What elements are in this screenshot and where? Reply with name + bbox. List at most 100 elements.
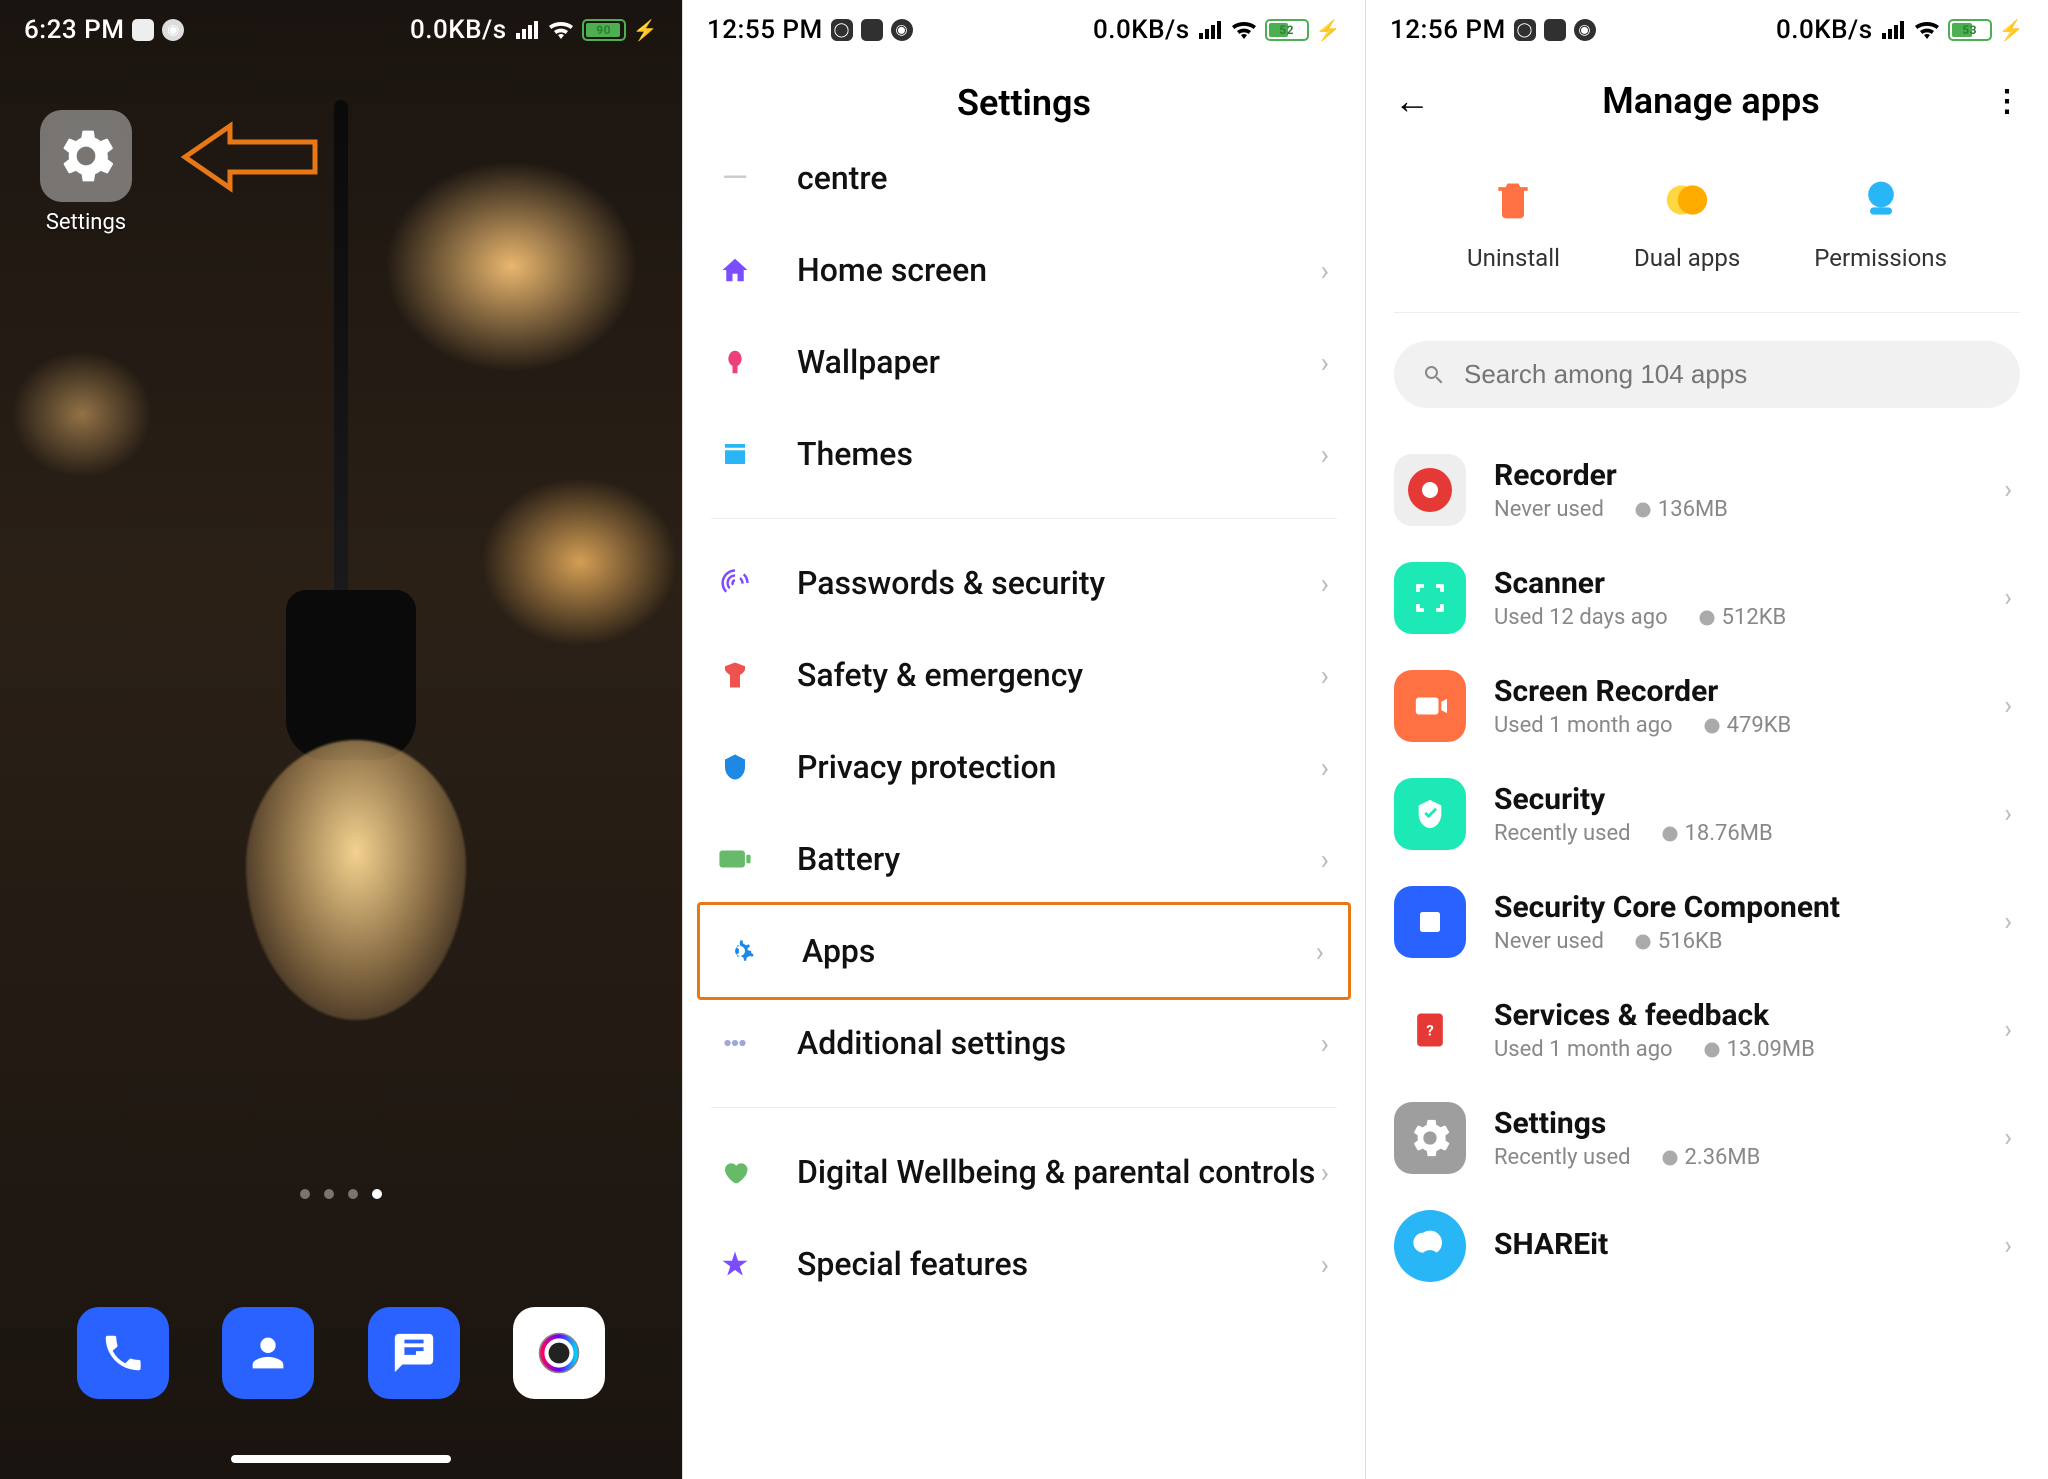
settings-row-home[interactable]: Home screen› — [683, 224, 1365, 316]
status-bar: 12:55 PM ◯ ◉ 0.0KB/s 52 ⚡ — [683, 0, 1365, 60]
app-row[interactable]: Settings Recently used 2.36MB › — [1366, 1084, 2048, 1192]
contacts-app-icon[interactable] — [222, 1307, 314, 1399]
app-icon: ? — [1394, 994, 1466, 1066]
settings-row-wellbeing[interactable]: Digital Wellbeing & parental controls› — [683, 1126, 1365, 1218]
gear-icon — [40, 110, 132, 202]
app-row[interactable]: SHAREit› — [1366, 1192, 2048, 1300]
notification-icon: — — [711, 154, 759, 202]
search-box[interactable] — [1394, 341, 2020, 408]
settings-row-privacy[interactable]: Privacy protection› — [683, 721, 1365, 813]
settings-row-special[interactable]: Special features› — [683, 1218, 1365, 1310]
setting-label: Safety & emergency — [797, 656, 1321, 694]
search-input[interactable] — [1464, 359, 1992, 390]
page-dot-active[interactable] — [372, 1189, 382, 1199]
trash-icon — [1485, 172, 1541, 228]
signal-icon — [514, 19, 540, 41]
phone-settings-screen: 12:55 PM ◯ ◉ 0.0KB/s 52 ⚡ Settings — cen… — [682, 0, 1365, 1479]
app-icon — [1394, 670, 1466, 742]
settings-row-themes[interactable]: Themes› — [683, 408, 1365, 500]
wallpaper-bulb — [246, 740, 466, 1020]
app-name: Security — [1494, 782, 2004, 817]
chevron-right-icon: › — [1316, 935, 1324, 968]
app-row[interactable]: ScannerUsed 12 days ago512KB› — [1366, 544, 2048, 652]
app-size: 18.76MB — [1661, 821, 1773, 846]
status-notification-icon — [1544, 19, 1566, 41]
back-button[interactable]: ← — [1394, 80, 1430, 122]
apps-icon — [716, 927, 764, 975]
settings-row-battery[interactable]: Battery› — [683, 813, 1365, 905]
chevron-right-icon: › — [2004, 1231, 2012, 1261]
dual-icon — [1659, 172, 1715, 228]
app-meta: Used 1 month ago13.09MB — [1494, 1037, 2004, 1062]
status-data-rate: 0.0KB/s — [410, 15, 507, 45]
status-sync-icon: ◉ — [891, 19, 913, 41]
chevron-right-icon: › — [1321, 751, 1329, 784]
chevron-right-icon: › — [2004, 691, 2012, 721]
page-dot[interactable] — [348, 1189, 358, 1199]
settings-app-shortcut[interactable]: Settings — [40, 110, 132, 235]
app-name: Settings — [1494, 1106, 2004, 1141]
page-dot[interactable] — [324, 1189, 334, 1199]
charging-icon: ⚡ — [633, 18, 658, 42]
app-row[interactable]: ? Services & feedback Used 1 month ago13.0… — [1366, 976, 2048, 1084]
app-row[interactable]: RecorderNever used136MB› — [1366, 436, 2048, 544]
permissions-icon — [1853, 172, 1909, 228]
dual-apps-action[interactable]: Dual apps — [1634, 172, 1740, 272]
wallpaper-icon — [711, 338, 759, 386]
app-meta: Never used136MB — [1494, 497, 2004, 522]
more-icon — [711, 1019, 759, 1067]
app-row[interactable]: Security Core ComponentNever used516KB› — [1366, 868, 2048, 976]
status-instagram-icon: ◯ — [831, 19, 853, 41]
chevron-right-icon: › — [1321, 659, 1329, 692]
app-usage: Recently used — [1494, 1145, 1631, 1170]
app-name: SHAREit — [1494, 1227, 2004, 1262]
settings-row-fingerprint[interactable]: Passwords & security› — [683, 537, 1365, 629]
status-time: 6:23 PM — [24, 15, 124, 45]
battery-icon: 52 — [1265, 19, 1309, 41]
messages-app-icon[interactable] — [368, 1307, 460, 1399]
settings-row-more[interactable]: Additional settings› — [683, 997, 1365, 1089]
app-name: Screen Recorder — [1494, 674, 2004, 709]
app-icon — [1394, 886, 1466, 958]
setting-label: centre — [797, 159, 1329, 197]
chevron-right-icon: › — [1321, 438, 1329, 471]
chevron-right-icon: › — [2004, 1123, 2012, 1153]
app-usage: Used 12 days ago — [1494, 605, 1668, 630]
phone-app-icon[interactable] — [77, 1307, 169, 1399]
permissions-action[interactable]: Permissions — [1814, 172, 1947, 272]
safety-icon — [711, 651, 759, 699]
app-icon — [1394, 562, 1466, 634]
status-time: 12:56 PM — [1390, 15, 1506, 45]
chevron-right-icon: › — [1321, 1027, 1329, 1060]
uninstall-action[interactable]: Uninstall — [1467, 172, 1560, 272]
camera-app-icon[interactable] — [513, 1307, 605, 1399]
app-name: Services & feedback — [1494, 998, 2004, 1033]
signal-icon — [1880, 19, 1906, 41]
app-row[interactable]: SecurityRecently used18.76MB› — [1366, 760, 2048, 868]
battery-icon — [711, 835, 759, 883]
app-name: Security Core Component — [1494, 890, 2004, 925]
battery-icon: 53 — [1948, 19, 1992, 41]
settings-row-partial[interactable]: — centre — [683, 154, 1365, 224]
setting-label: Apps — [802, 932, 1316, 970]
settings-row-apps[interactable]: Apps› — [700, 905, 1348, 997]
home-indicator[interactable] — [231, 1455, 451, 1463]
app-size: 136MB — [1634, 497, 1728, 522]
settings-row-wallpaper[interactable]: Wallpaper› — [683, 316, 1365, 408]
page-dot[interactable] — [300, 1189, 310, 1199]
more-menu-button[interactable]: ⋮ — [1992, 84, 2020, 119]
setting-label: Additional settings — [797, 1024, 1321, 1062]
app-size: 13.09MB — [1703, 1037, 1815, 1062]
app-row[interactable]: Screen RecorderUsed 1 month ago479KB› — [1366, 652, 2048, 760]
app-size: 479KB — [1703, 713, 1792, 738]
charging-icon: ⚡ — [1316, 18, 1341, 42]
settings-row-safety[interactable]: Safety & emergency› — [683, 629, 1365, 721]
app-size: 2.36MB — [1661, 1145, 1761, 1170]
setting-label: Home screen — [797, 251, 1321, 289]
search-icon — [1422, 363, 1446, 387]
fingerprint-icon — [711, 559, 759, 607]
status-bar: 12:56 PM ◯ ◉ 0.0KB/s 53 ⚡ — [1366, 0, 2048, 60]
phone-manage-apps-screen: 12:56 PM ◯ ◉ 0.0KB/s 53 ⚡ ← Manage apps … — [1365, 0, 2048, 1479]
settings-app-label: Settings — [40, 210, 132, 235]
setting-label: Special features — [797, 1245, 1321, 1283]
